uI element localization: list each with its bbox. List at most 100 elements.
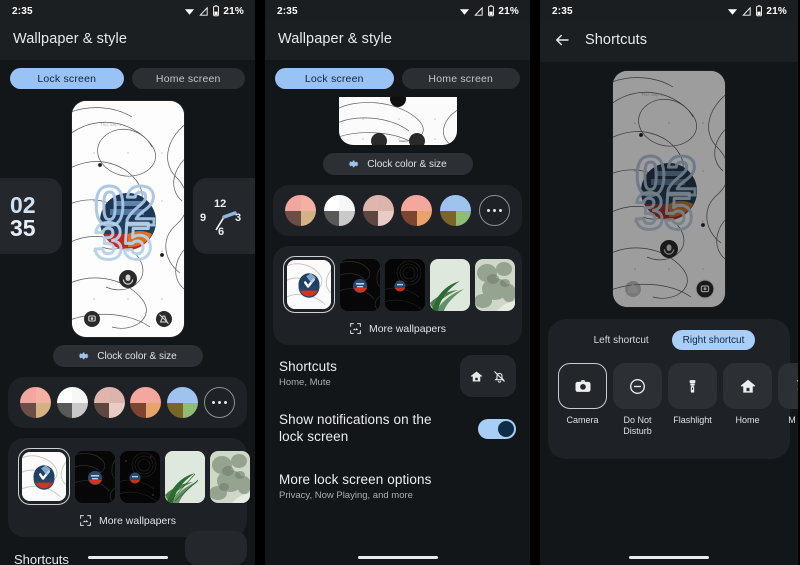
tab-home-screen[interactable]: Home screen: [401, 68, 520, 89]
lock-screen-preview-area: Thu, Sep 1 02 35: [540, 71, 798, 307]
nav-pill: [357, 555, 438, 559]
color-swatch-row: [281, 195, 514, 226]
wifi-icon: [728, 8, 738, 15]
svg-text:12: 12: [214, 198, 226, 210]
color-swatch-4[interactable]: [167, 387, 199, 418]
page-title: Shortcuts: [585, 32, 648, 48]
wallpaper-thumb-dark-topo-1[interactable]: [75, 450, 115, 503]
color-swatch-2[interactable]: [362, 195, 394, 226]
tab-lock-screen[interactable]: Lock screen: [10, 68, 124, 89]
color-swatch-1[interactable]: [56, 387, 88, 418]
wallpaper-topographic-dimmed: Thu, Sep 1 02 35: [613, 71, 725, 307]
camera-icon: [575, 380, 590, 392]
color-swatch-1[interactable]: [323, 195, 355, 226]
color-swatch-0[interactable]: [285, 195, 316, 226]
settings-row-shortcuts[interactable]: Shortcuts Home, Mute: [265, 345, 530, 397]
shortcut-option-mute-box[interactable]: [778, 363, 798, 409]
status-bar: 2:35 21%: [540, 0, 798, 22]
show-notifications-title: Show notifications on the lock screen: [279, 412, 432, 445]
shortcut-option-home[interactable]: Home: [723, 363, 772, 437]
show-notifications-toggle[interactable]: [478, 419, 516, 439]
tab-lock-screen[interactable]: Lock screen: [275, 68, 394, 89]
status-icons: 21%: [184, 5, 244, 17]
lock-screen-phone-preview-partial[interactable]: [338, 97, 457, 145]
color-swatch-row: [16, 387, 239, 418]
shortcut-option-dnd[interactable]: Do Not Disturb: [613, 363, 662, 437]
more-wallpapers-button[interactable]: More wallpapers: [281, 322, 514, 335]
more-wallpapers-label: More wallpapers: [98, 514, 177, 527]
wallpaper-thumb-selected[interactable]: [283, 256, 335, 313]
lock-screen-phone-preview[interactable]: Thu, Sep 1 02 35: [613, 71, 725, 307]
wallpaper-current-preview: [22, 452, 66, 501]
clock-style-option-stacked[interactable]: 02 35: [0, 178, 62, 254]
color-swatch-card: [8, 377, 247, 428]
app-bar: Wallpaper & style: [265, 22, 530, 60]
shortcuts-icons-cut[interactable]: [185, 531, 247, 565]
battery-percent: 21%: [498, 5, 519, 17]
more-wallpapers-button[interactable]: More wallpapers: [16, 514, 239, 527]
svg-text:35: 35: [94, 213, 152, 271]
wallpaper-thumbnail-row: [16, 448, 250, 505]
color-swatch-0[interactable]: [20, 387, 51, 418]
app-bar: Shortcuts: [540, 22, 798, 62]
segment-left-shortcut[interactable]: Left shortcut: [583, 330, 660, 350]
nav-pill: [87, 555, 168, 559]
lock-screen-phone-preview[interactable]: Thu, Sep 1 02 35: [71, 101, 184, 337]
screenshot-stage: 2:35 21% Wallpaper & style Lock screen H…: [0, 0, 800, 565]
svg-text:35: 35: [635, 183, 693, 241]
more-colors-button[interactable]: [203, 387, 235, 418]
tab-home-screen[interactable]: Home screen: [131, 68, 245, 89]
wallpaper-thumb-dark-topo-2[interactable]: [385, 258, 425, 311]
clock-color-size-button[interactable]: Clock color & size: [322, 153, 473, 175]
battery-icon: [488, 5, 495, 17]
wallpaper-thumb-dark-topo-1[interactable]: [340, 258, 380, 311]
wallpaper-dark-topo-2-preview: [120, 450, 160, 503]
color-swatch-3[interactable]: [401, 195, 433, 226]
wallpaper-palm-leaf-preview: [430, 258, 470, 311]
clock-color-size-label: Clock color & size: [367, 158, 447, 170]
wallpaper-thumb-selected[interactable]: [18, 448, 70, 505]
shortcuts-row-icon-group[interactable]: [460, 355, 516, 397]
wallpaper-thumb-palm-leaf[interactable]: [430, 258, 470, 311]
shortcut-option-camera-box[interactable]: [558, 363, 607, 409]
clock-style-option-analog[interactable]: 12 3 6 9: [193, 178, 255, 254]
wallpaper-thumb-green-marble[interactable]: [210, 450, 250, 503]
shortcut-options-row: Camera Do Not Disturb Flashlight Home M: [556, 363, 798, 437]
clock-color-size-button[interactable]: Clock color & size: [52, 345, 203, 367]
settings-row-show-notifications[interactable]: Show notifications on the lock screen: [265, 397, 530, 446]
color-swatch-4[interactable]: [440, 195, 472, 226]
wallpaper-thumb-green-marble[interactable]: [475, 258, 515, 311]
settings-row-more-lock-options[interactable]: More lock screen options Privacy, Now Pl…: [265, 446, 530, 501]
shortcut-option-flashlight[interactable]: Flashlight: [668, 363, 717, 437]
more-lock-options-title: More lock screen options: [279, 471, 432, 487]
svg-text:9: 9: [200, 212, 206, 224]
wallpaper-thumb-palm-leaf[interactable]: [165, 450, 205, 503]
svg-text:6: 6: [218, 226, 224, 238]
color-swatch-2[interactable]: [93, 387, 125, 418]
svg-text:Thu, Sep 1: Thu, Sep 1: [641, 92, 663, 97]
panel-wallpaper-style-scrolled: 2:35 21% Wallpaper & style Lock screen H…: [265, 0, 530, 565]
shortcut-option-dnd-box[interactable]: [613, 363, 662, 409]
shortcut-option-mute-partial[interactable]: M: [778, 363, 798, 437]
wallpaper-green-marble-preview: [210, 450, 250, 503]
back-arrow-icon[interactable]: [553, 31, 571, 49]
shortcut-option-home-box[interactable]: [723, 363, 772, 409]
page-title: Wallpaper & style: [278, 31, 392, 47]
signal-icon: [474, 6, 483, 16]
panel-shortcuts: 2:35 21% Shortcuts Thu, Sep 1 02 35 Left…: [540, 0, 798, 565]
color-swatch-3[interactable]: [130, 387, 162, 418]
wallpaper-dark-topo-1-preview: [75, 450, 115, 503]
wallpaper-topographic-light: Thu, Sep 1 02 35: [71, 101, 184, 337]
shortcut-option-camera[interactable]: Camera: [558, 363, 607, 437]
wallpaper-topographic-light-partial: [338, 97, 457, 145]
shortcut-option-home-label: Home: [735, 415, 760, 425]
more-colors-button[interactable]: [478, 195, 510, 226]
image-frame-icon: [80, 515, 91, 526]
home-icon: [740, 379, 755, 393]
shortcut-option-flashlight-box[interactable]: [668, 363, 717, 409]
shortcut-option-mute-label: M: [788, 415, 796, 425]
nav-pill: [629, 555, 709, 559]
wallpaper-thumb-dark-topo-2[interactable]: [120, 450, 160, 503]
segment-right-shortcut[interactable]: Right shortcut: [671, 330, 756, 350]
shortcut-option-dnd-label: Do Not Disturb: [623, 415, 652, 436]
